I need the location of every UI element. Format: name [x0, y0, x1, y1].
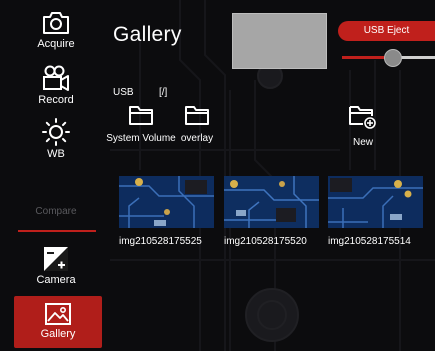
new-folder-icon	[349, 106, 376, 129]
image-icon	[45, 303, 71, 325]
gallery-thumbnail[interactable]	[328, 176, 423, 228]
camera-icon	[43, 12, 69, 34]
sidebar-item-wb[interactable]: WB	[10, 118, 102, 166]
circuit-board-image	[224, 176, 319, 228]
sidebar: Acquire Record WB Compare Camera Gallery	[0, 0, 110, 351]
usb-eject-button[interactable]: USB Eject	[338, 21, 435, 41]
page-title: Gallery	[113, 23, 182, 46]
folder-label: overlay	[180, 133, 214, 144]
slider[interactable]	[342, 49, 435, 67]
exposure-icon	[44, 247, 68, 271]
sidebar-item-label: WB	[47, 148, 65, 160]
gallery-thumbnail[interactable]	[119, 176, 214, 228]
sidebar-item-gallery[interactable]: Gallery	[14, 296, 102, 348]
folder-system-volume[interactable]: System Volume	[106, 104, 176, 145]
folder-label: System Volume	[106, 133, 176, 144]
sidebar-divider	[18, 230, 96, 232]
sun-icon	[42, 118, 70, 146]
sidebar-item-acquire[interactable]: Acquire	[10, 10, 102, 58]
thumbnail-label: img210528175520	[224, 236, 307, 247]
new-folder-button[interactable]: New	[340, 104, 386, 149]
video-camera-icon	[43, 65, 69, 91]
folder-overlay[interactable]: overlay	[170, 104, 224, 145]
sidebar-item-compare[interactable]: Compare	[10, 206, 102, 217]
circuit-board-image	[328, 176, 423, 228]
storage-device-label: USB	[113, 87, 134, 98]
folder-icon	[185, 106, 209, 125]
sidebar-item-label: Camera	[36, 274, 76, 286]
folder-icon	[129, 106, 153, 125]
preview-image	[232, 13, 327, 69]
thumbnail-label: img210528175514	[328, 236, 411, 247]
circuit-board-image	[119, 176, 214, 228]
thumbnail-label: img210528175525	[119, 236, 202, 247]
gallery-thumbnail[interactable]	[224, 176, 319, 228]
sidebar-item-label: Acquire	[37, 38, 75, 50]
sidebar-item-camera[interactable]: Camera	[10, 246, 102, 292]
sidebar-item-record[interactable]: Record	[10, 64, 102, 112]
current-path: [/]	[159, 87, 168, 98]
sidebar-item-label: Gallery	[40, 328, 76, 340]
folder-label: New	[352, 137, 373, 148]
sidebar-item-label: Record	[38, 94, 74, 106]
